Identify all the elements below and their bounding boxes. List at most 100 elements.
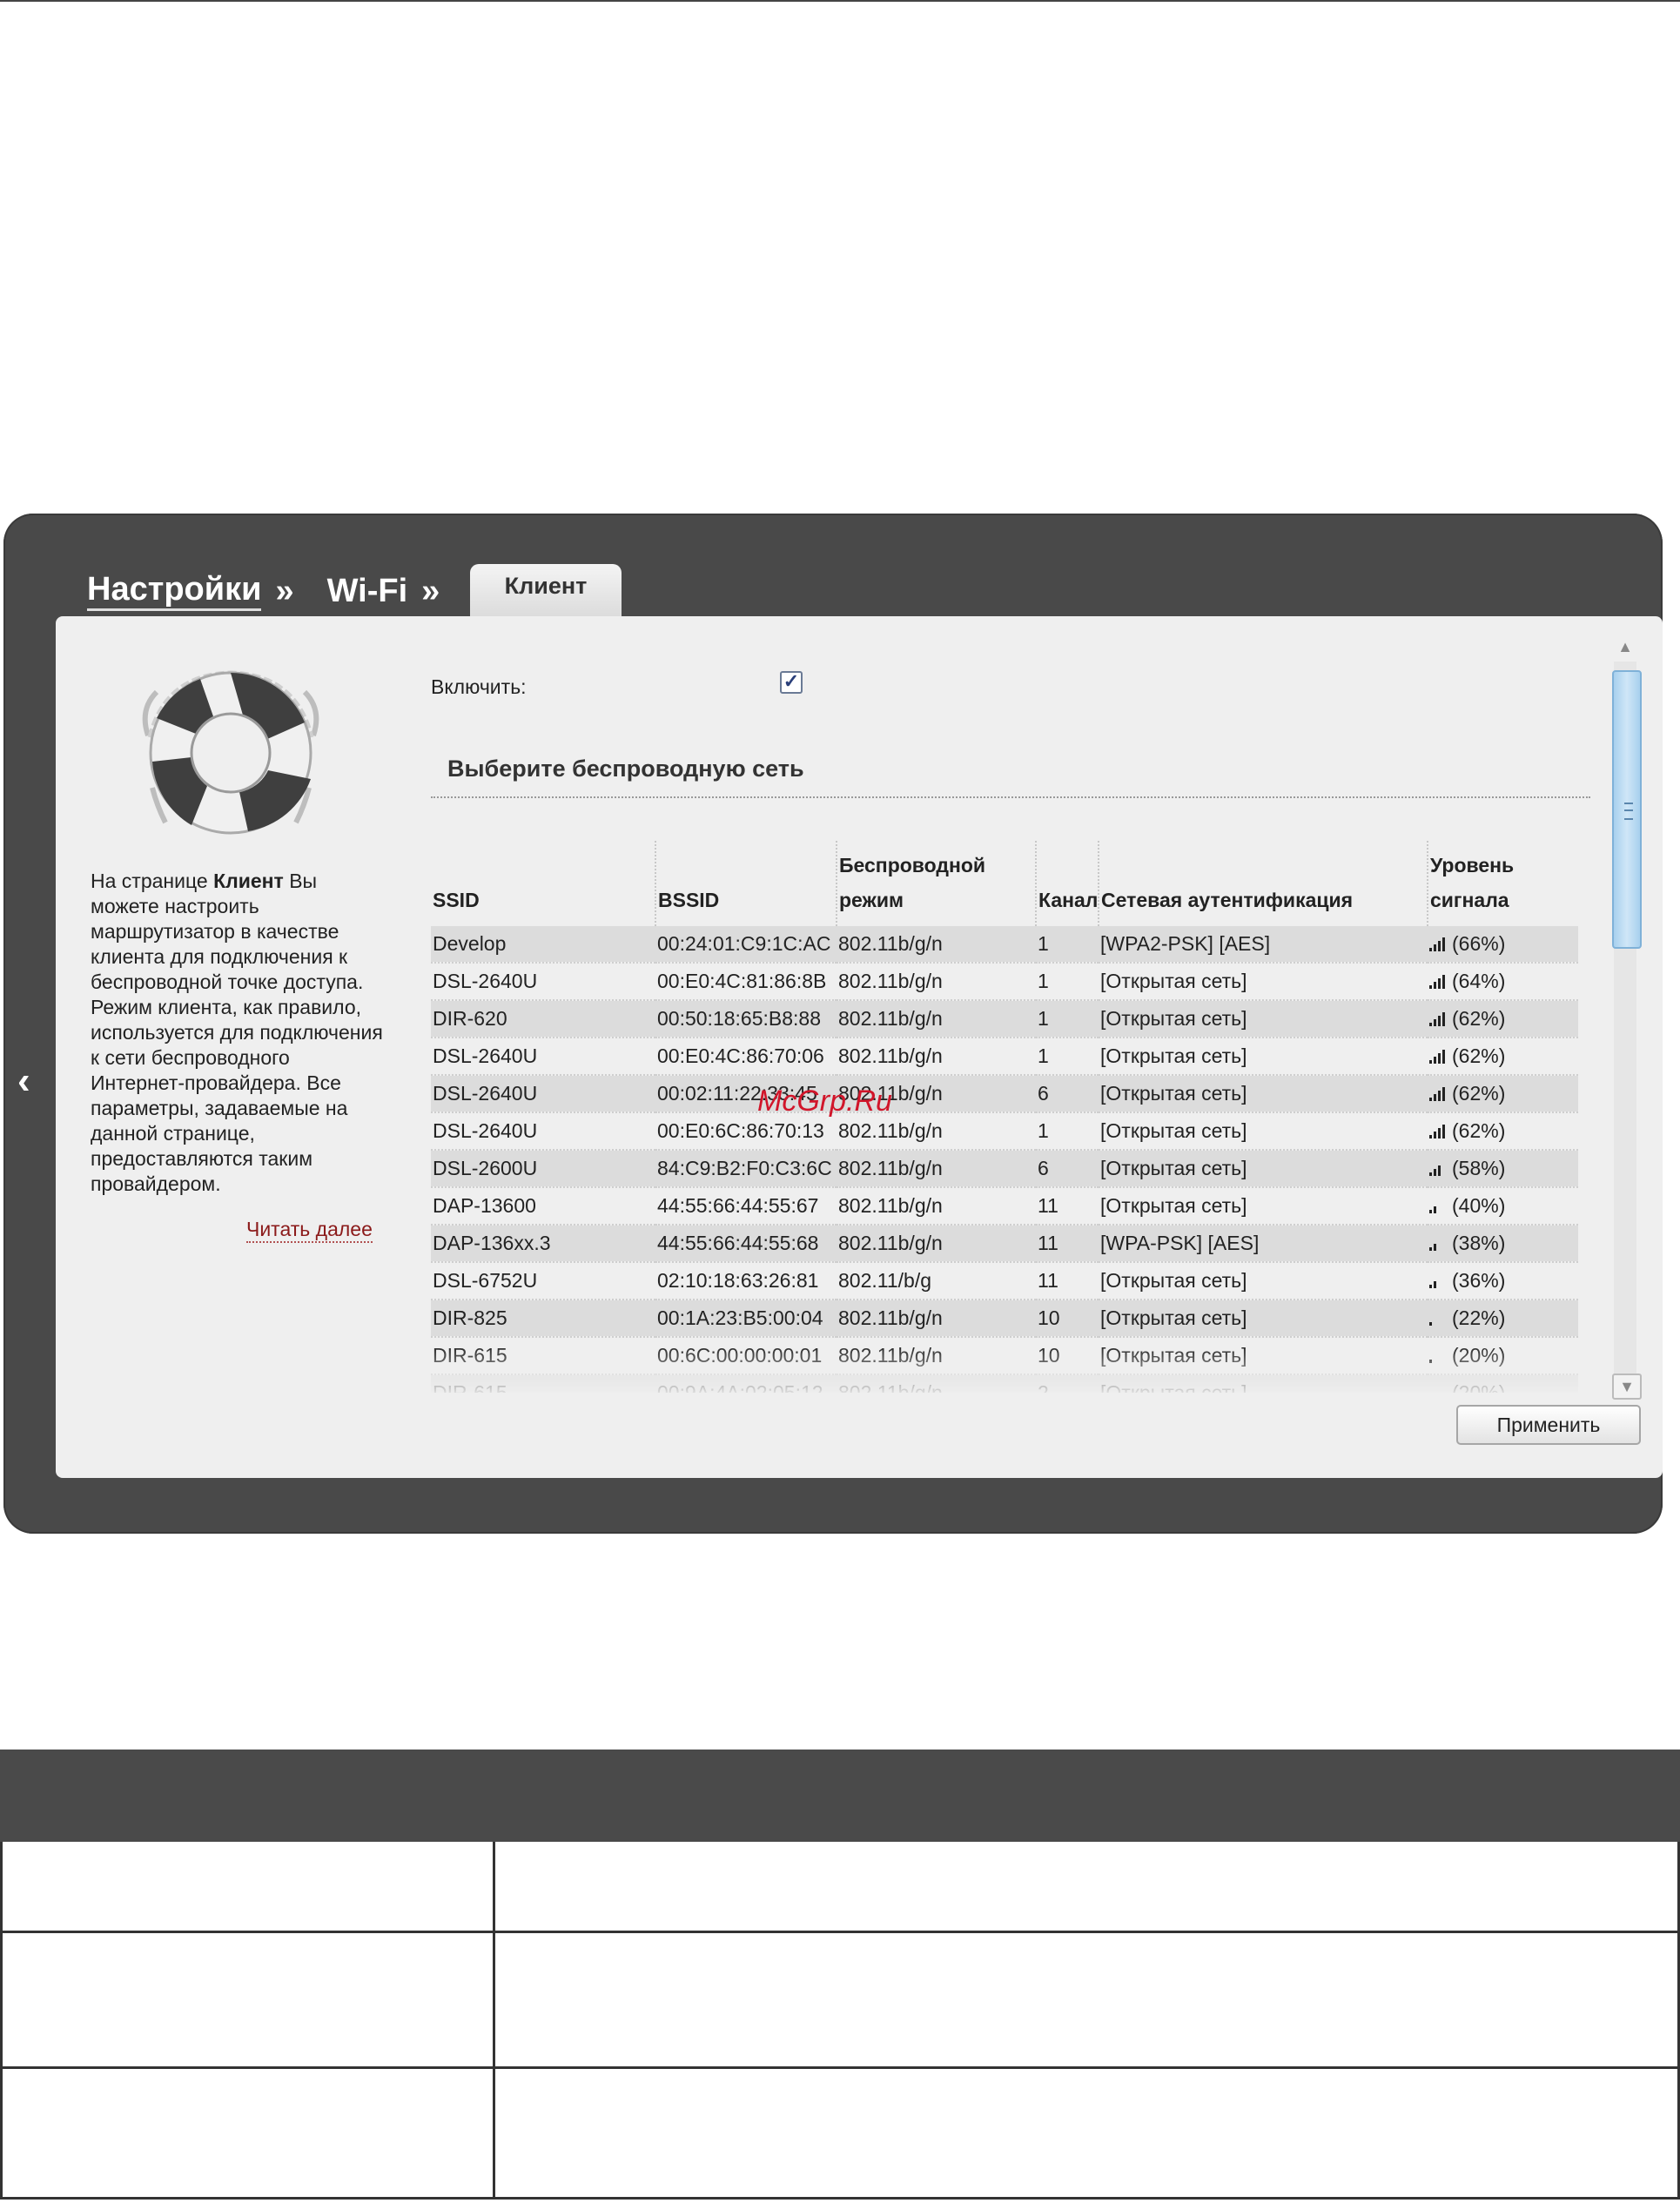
help-prefix: На странице [91,870,214,892]
cell-bssid: 00:24:01:C9:1C:AC [655,926,837,964]
cell-signal: (20%) [1428,1374,1578,1393]
tab-client[interactable]: Клиент [470,564,622,616]
cell-channel: 10 [1036,1300,1099,1338]
column-header-signal: Уровень сигнала [1430,854,1515,911]
page-top-rule [0,0,1680,2]
cell-channel: 1 [1036,963,1099,1001]
scroll-up-arrow-icon[interactable]: ▲ [1612,635,1638,658]
cell-mode: 802.11b/g/n [837,1300,1036,1338]
breadcrumb-wifi-link[interactable]: Wi-Fi [327,573,408,610]
table-row[interactable]: DSL-6752U 02:10:18:63:26:81 802.11/b/g 11 [О… [431,1262,1578,1300]
signal-percent: (36%) [1452,1269,1506,1292]
signal-percent: (40%) [1452,1194,1506,1217]
cell-mode: 802.11b/g/n [837,1038,1036,1076]
cell-auth: [Открытая сеть] [1099,1262,1428,1300]
section-title: Выберите беспроводную сеть [447,756,804,782]
table-row[interactable]: Develop 00:24:01:C9:1C:AC 802.11b/g/n 1 [WPA… [431,926,1578,964]
table-row[interactable]: DIR-615 00:6C:00:00:00:01 802.11b/g/n 10 [От… [431,1337,1578,1375]
signal-bars-icon [1429,1012,1448,1026]
table-row[interactable]: DSL-2640U 00:E0:6C:86:70:13 802.11b/g/n 1 [О… [431,1112,1578,1151]
breadcrumb-settings-link[interactable]: Настройки [87,571,262,611]
column-header-mode: Беспроводной режим [837,841,1037,926]
signal-bars-icon [1429,1125,1448,1138]
cell-mode: 802.11b/g/n [837,1187,1036,1226]
cell-bssid: 00:E0:4C:86:70:06 [655,1038,837,1076]
table-row[interactable]: DSL-2600U 84:C9:B2:F0:C3:6C 802.11b/g/n 6 [О… [431,1150,1578,1188]
cell-ssid: DIR-615 [431,1374,655,1393]
cell-ssid: DSL-2640U [431,1075,655,1113]
cell-signal: (64%) [1428,963,1578,1001]
cell-channel: 1 [1036,1000,1099,1038]
cell-channel: 6 [1036,1075,1099,1113]
cell-auth: [Открытая сеть] [1099,1075,1428,1113]
read-more-link[interactable]: Читать далее [246,1217,373,1243]
table-row[interactable]: DSL-2640U 00:E0:4C:86:70:06 802.11b/g/n 1 [О… [431,1038,1578,1076]
cell-signal: (40%) [1428,1187,1578,1226]
cell-auth: [Открытая сеть] [1099,1337,1428,1375]
cell-ssid: DIR-825 [431,1300,655,1338]
table-row[interactable]: DIR-825 00:1A:23:B5:00:04 802.11b/g/n 10 [От… [431,1300,1578,1338]
chevron-left-icon[interactable]: ‹ [17,1062,44,1100]
apply-button[interactable]: Применить [1456,1405,1641,1445]
table-row[interactable]: DIR-620 00:50:18:65:B8:88 802.11b/g/n 1 [Отк… [431,1000,1578,1038]
cell-bssid: 00:50:18:65:B8:88 [655,1000,837,1038]
signal-bars-icon [1429,1237,1448,1251]
cell-bssid: 02:10:18:63:26:81 [655,1262,837,1300]
table-scrollbar[interactable]: ▲ ▼ [1609,635,1642,1400]
table-row[interactable]: DAP-136xx.3 44:55:66:44:55:68 802.11b/g/n 1… [431,1225,1578,1263]
signal-bars-icon [1429,1199,1448,1213]
table-row[interactable]: DSL-2640U 00:02:11:22:33:45 802.11b/g/n 6 [О… [431,1075,1578,1113]
document-table [0,1750,1680,2200]
signal-bars-icon [1429,1312,1448,1326]
signal-percent: (62%) [1452,1082,1506,1105]
cell-signal: (36%) [1428,1262,1578,1300]
cell-auth: [Открытая сеть] [1099,963,1428,1001]
cell-channel: 1 [1036,1038,1099,1076]
signal-percent: (64%) [1452,970,1506,992]
lifebuoy-icon [142,670,319,835]
cell-mode: 802.11b/g/n [837,1225,1036,1263]
signal-bars-icon [1429,1274,1448,1288]
cell-mode: 802.11b/g/n [837,963,1036,1001]
cell-ssid: Develop [431,926,655,964]
cell-signal: (62%) [1428,1038,1578,1076]
column-header-ssid: SSID [431,841,656,926]
cell-mode: 802.11b/g/n [837,1374,1036,1393]
document-table-row [0,1933,1680,2069]
help-description: На странице Клиент Вы можете настроить м… [91,869,386,1197]
table-row[interactable]: DAP-13600 44:55:66:44:55:67 802.11b/g/n 11[… [431,1187,1578,1226]
cell-ssid: DSL-2640U [431,1112,655,1151]
cell-bssid: 44:55:66:44:55:67 [655,1187,837,1226]
cell-signal: (20%) [1428,1337,1578,1375]
scroll-thumb[interactable] [1612,670,1642,949]
scroll-down-arrow-icon[interactable]: ▼ [1612,1374,1642,1400]
signal-bars-icon [1429,1349,1448,1363]
cell-bssid: 00:1A:23:B5:00:04 [655,1300,837,1338]
breadcrumb: Настройки » Wi-Fi » [87,569,459,613]
cell-auth: [Открытая сеть] [1099,1038,1428,1076]
cell-channel: 1 [1036,926,1099,964]
table-row[interactable]: DSL-2640U 00:E0:4C:81:86:8B 802.11b/g/n 1 [О… [431,963,1578,1001]
cell-bssid: 44:55:66:44:55:68 [655,1225,837,1263]
signal-percent: (62%) [1452,1007,1506,1030]
watermark: McGrp.Ru [757,1085,892,1118]
signal-bars-icon [1429,1387,1448,1393]
document-table-cell [3,1933,495,2066]
cell-mode: 802.11b/g/n [837,1000,1036,1038]
cell-auth: [WPA-PSK] [AES] [1099,1225,1428,1263]
help-body: Вы можете настроить маршрутизатор в каче… [91,870,383,1195]
cell-bssid: 00:E0:4C:81:86:8B [655,963,837,1001]
cell-mode: 802.11b/g/n [837,926,1036,964]
cell-bssid: 00:6C:00:00:00:01 [655,1337,837,1375]
cell-auth: [Открытая сеть] [1099,1112,1428,1151]
cell-ssid: DSL-6752U [431,1262,655,1300]
cell-auth: [Открытая сеть] [1099,1374,1428,1393]
cell-auth: [Открытая сеть] [1099,1300,1428,1338]
cell-mode: 802.11/b/g [837,1262,1036,1300]
enable-checkbox[interactable]: ✓ [780,671,803,694]
cell-signal: (62%) [1428,1075,1578,1113]
cell-ssid: DAP-136xx.3 [431,1225,655,1263]
breadcrumb-separator: » [275,572,294,609]
cell-signal: (58%) [1428,1150,1578,1188]
table-row[interactable]: DIR-615 00:9A:4A:02:05:12 802.11b/g/n 2 [Отк… [431,1374,1578,1393]
